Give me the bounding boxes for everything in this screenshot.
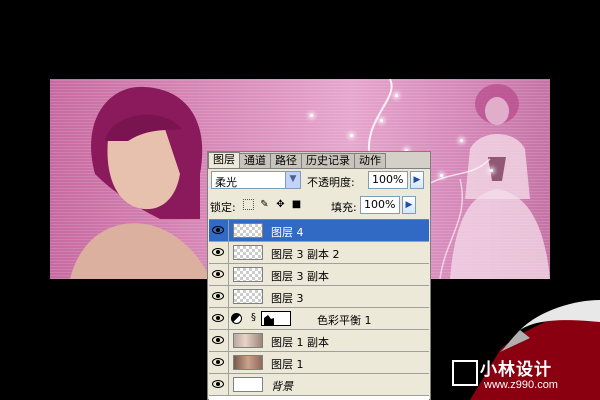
- brand-name: 小林设计: [480, 360, 552, 380]
- brand-logo-icon: [452, 360, 478, 386]
- brand-url: www.z990.com: [484, 379, 558, 391]
- page-curl-graphic: [470, 300, 600, 400]
